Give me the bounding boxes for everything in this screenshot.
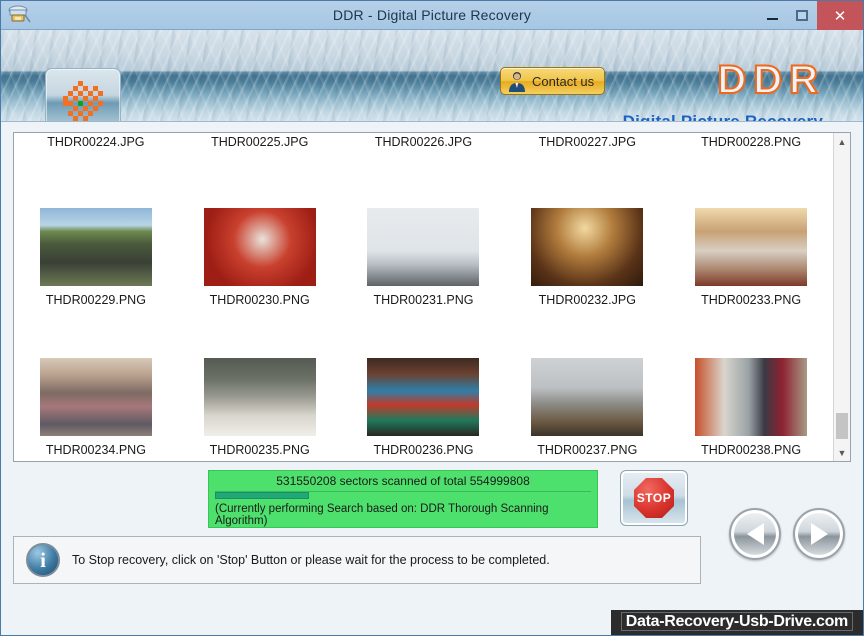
thumbnail-image[interactable] (202, 357, 317, 437)
stop-button[interactable]: STOP (620, 470, 688, 526)
list-item[interactable]: THDR00235.PNG (178, 307, 342, 457)
scan-algorithm-note: (Currently performing Search based on: D… (215, 503, 549, 527)
thumbnail-row: THDR00229.PNG THDR00230.PNG THDR00231.PN… (14, 157, 833, 307)
back-arrow-icon (746, 523, 764, 545)
thumbnail-image[interactable] (694, 357, 809, 437)
back-button[interactable] (729, 508, 781, 560)
thumbnail-image[interactable] (530, 357, 645, 437)
thumbnail-image[interactable] (38, 357, 153, 437)
info-message: To Stop recovery, click on 'Stop' Button… (72, 553, 550, 567)
next-button[interactable] (793, 508, 845, 560)
thumbnail-row-labels-top: THDR00224.JPG THDR00225.JPG THDR00226.JP… (14, 135, 833, 157)
thumbnail-label: THDR00235.PNG (209, 443, 310, 457)
thumbnail-label: THDR00236.PNG (373, 443, 474, 457)
vertical-scrollbar[interactable]: ▲ ▼ (833, 133, 850, 461)
list-item[interactable]: THDR00237.PNG (505, 307, 669, 457)
list-item[interactable]: THDR00236.PNG (342, 307, 506, 457)
thumbnail-label: THDR00234.PNG (45, 443, 146, 457)
thumbnail-image[interactable] (366, 357, 481, 437)
brand-logo: DDR (716, 57, 825, 103)
close-button[interactable]: ✕ (817, 1, 863, 30)
thumbnail-label: THDR00232.JPG (538, 293, 636, 307)
list-item[interactable]: THDR00226.JPG (342, 135, 506, 157)
maximize-button[interactable] (787, 1, 817, 30)
thumbnail-image[interactable] (530, 207, 645, 287)
thumbnail-label: THDR00228.PNG (701, 135, 802, 149)
window-title: DDR - Digital Picture Recovery (332, 7, 532, 23)
app-logo-tile[interactable] (45, 68, 121, 122)
scan-progress-panel: 531550208 sectors scanned of total 55499… (208, 470, 598, 528)
scan-status-text: 531550208 sectors scanned of total 55499… (276, 474, 530, 488)
thumbnail-label: THDR00229.PNG (45, 293, 146, 307)
title-bar: DDR - Digital Picture Recovery ✕ (1, 1, 863, 30)
info-icon: i (26, 543, 60, 577)
thumbnail-label: THDR00233.PNG (701, 293, 802, 307)
thumbnail-label: THDR00230.PNG (209, 293, 310, 307)
contact-us-button[interactable]: Contact us (500, 67, 605, 95)
list-item[interactable]: THDR00230.PNG (178, 157, 342, 307)
progress-bar (215, 491, 591, 499)
info-bar: i To Stop recovery, click on 'Stop' Butt… (13, 536, 701, 584)
stop-sign-icon: STOP (634, 478, 674, 518)
thumbnail-label: THDR00238.PNG (701, 443, 802, 457)
list-item[interactable]: THDR00231.PNG (342, 157, 506, 307)
list-item[interactable]: THDR00233.PNG (669, 157, 833, 307)
list-item[interactable]: THDR00225.JPG (178, 135, 342, 157)
list-item[interactable]: THDR00229.PNG (14, 157, 178, 307)
scrollbar-thumb[interactable] (836, 413, 848, 439)
maximize-icon (796, 10, 808, 21)
thumbnails-grid: THDR00224.JPG THDR00225.JPG THDR00226.JP… (14, 133, 833, 461)
minimize-icon (766, 17, 778, 20)
list-item[interactable]: THDR00234.PNG (14, 307, 178, 457)
thumbnail-label: THDR00225.JPG (211, 135, 309, 149)
checkered-pattern-icon (63, 80, 103, 122)
thumbnail-label: THDR00227.JPG (538, 135, 636, 149)
navigation-buttons (729, 508, 845, 560)
list-item[interactable]: THDR00232.JPG (505, 157, 669, 307)
minimize-button[interactable] (757, 1, 787, 30)
thumbnail-label: THDR00231.PNG (373, 293, 474, 307)
list-item[interactable]: THDR00224.JPG (14, 135, 178, 157)
window-controls: ✕ (757, 1, 863, 30)
thumbnail-label: THDR00224.JPG (47, 135, 145, 149)
site-watermark: Data-Recovery-Usb-Drive.com (610, 610, 863, 635)
watermark-text: Data-Recovery-Usb-Drive.com (620, 612, 853, 631)
chevron-up-icon[interactable]: ▲ (834, 133, 850, 150)
thumbnail-row: THDR00234.PNG THDR00235.PNG THDR00236.PN… (14, 307, 833, 457)
person-icon (509, 72, 525, 92)
thumbnails-panel: THDR00224.JPG THDR00225.JPG THDR00226.JP… (13, 132, 851, 462)
main-body: THDR00224.JPG THDR00225.JPG THDR00226.JP… (1, 122, 863, 635)
thumbnail-label: THDR00237.PNG (537, 443, 638, 457)
list-item[interactable]: THDR00227.JPG (505, 135, 669, 157)
progress-row: 531550208 sectors scanned of total 55499… (13, 470, 851, 532)
thumbnail-image[interactable] (694, 207, 809, 287)
thumbnail-image[interactable] (366, 207, 481, 287)
header-banner: Contact us DDR Digital Picture Recovery (1, 30, 863, 122)
thumbnail-image[interactable] (38, 207, 153, 287)
brand-subtitle: Digital Picture Recovery (622, 112, 823, 122)
next-arrow-icon (810, 523, 828, 545)
application-window: DDR - Digital Picture Recovery ✕ Contact… (0, 0, 864, 636)
progress-bar-fill (215, 492, 309, 499)
contact-us-label: Contact us (532, 73, 595, 89)
camera-icon (6, 4, 32, 26)
thumbnail-image[interactable] (202, 207, 317, 287)
list-item[interactable]: THDR00238.PNG (669, 307, 833, 457)
chevron-down-icon[interactable]: ▼ (834, 444, 850, 461)
list-item[interactable]: THDR00228.PNG (669, 135, 833, 157)
thumbnail-label: THDR00226.JPG (374, 135, 473, 149)
